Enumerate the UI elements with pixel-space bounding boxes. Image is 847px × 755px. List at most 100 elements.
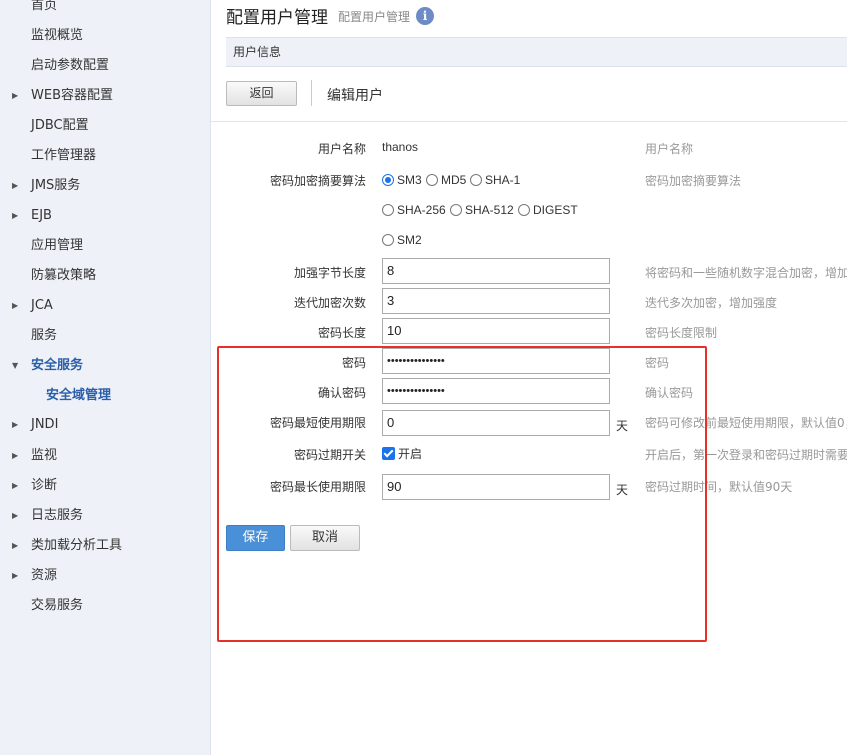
main-content: 配置用户管理 配置用户管理 i 用户信息 返回 编辑用户 用户名称 thanos…	[211, 0, 847, 755]
sidebar-item-home[interactable]: 首页	[0, 0, 211, 18]
divider	[211, 121, 847, 122]
panel-header: 用户信息	[226, 37, 847, 67]
min-age-input[interactable]: 0	[382, 410, 610, 436]
sidebar-item-resources[interactable]: ▶ 资源	[0, 564, 211, 588]
sidebar: 首页 监视概览 启动参数配置 ▶ WEB容器配置 JDBC配置 工作管理器 ▶ …	[0, 0, 211, 755]
sidebar-item-label: 启动参数配置	[31, 58, 110, 73]
radio-unchecked-icon	[450, 204, 462, 216]
page-title: 配置用户管理	[226, 8, 328, 28]
confirm-password-hint: 确认密码	[645, 386, 694, 400]
salt-length-hint: 将密码和一些随机数字混合加密，增加	[645, 266, 847, 280]
expand-arrow-icon: ▶	[12, 571, 19, 580]
radio-label: MD5	[441, 173, 467, 187]
confirm-password-label: 确认密码	[317, 386, 366, 400]
info-icon[interactable]: i	[416, 7, 434, 25]
expand-arrow-icon: ▶	[12, 420, 19, 429]
iterations-input[interactable]: 3	[382, 288, 610, 314]
expand-arrow-icon: ▼	[12, 361, 19, 370]
back-button[interactable]: 返回	[226, 81, 297, 106]
iterations-label: 迭代加密次数	[293, 296, 366, 310]
radio-unchecked-icon	[518, 204, 530, 216]
sidebar-item-transaction-service[interactable]: 交易服务	[0, 594, 211, 618]
sidebar-item-app-management[interactable]: 应用管理	[0, 234, 211, 258]
edit-user-title: 编辑用户	[327, 88, 383, 104]
sidebar-item-log-service[interactable]: ▶ 日志服务	[0, 504, 211, 528]
cancel-button[interactable]: 取消	[290, 525, 360, 551]
radio-label: SM3	[397, 173, 422, 187]
sidebar-item-tamper-policy[interactable]: 防篡改策略	[0, 264, 211, 288]
checkbox-checked-icon	[382, 447, 395, 460]
radio-label: DIGEST	[533, 203, 578, 217]
radio-digest[interactable]: DIGEST	[518, 202, 578, 218]
sidebar-item-monitor-overview[interactable]: 监视概览	[0, 24, 211, 48]
sidebar-item-jms[interactable]: ▶ JMS服务	[0, 174, 211, 198]
radio-unchecked-icon	[382, 234, 394, 246]
expand-arrow-icon: ▶	[12, 541, 19, 550]
min-age-label: 密码最短使用期限	[269, 416, 366, 430]
expand-arrow-icon: ▶	[12, 451, 19, 460]
sidebar-item-label: JCA	[31, 298, 53, 313]
sidebar-item-jca[interactable]: ▶ JCA	[0, 294, 211, 318]
radio-label: SHA-1	[485, 173, 521, 187]
max-age-hint: 密码过期时间，默认值90天	[645, 480, 793, 494]
sidebar-item-label: 工作管理器	[31, 148, 97, 163]
min-age-hint: 密码可修改前最短使用期限，默认值0，	[645, 416, 847, 430]
sidebar-item-web-container[interactable]: ▶ WEB容器配置	[0, 84, 211, 108]
radio-unchecked-icon	[426, 174, 438, 186]
sidebar-item-startup-params[interactable]: 启动参数配置	[0, 54, 211, 78]
sidebar-item-label: 服务	[31, 328, 58, 343]
password-hint: 密码	[645, 356, 670, 370]
sidebar-item-services[interactable]: 服务	[0, 324, 211, 348]
expiry-switch-checkbox[interactable]: 开启	[382, 446, 422, 462]
sidebar-item-label: 诊断	[31, 478, 58, 493]
sidebar-item-label: EJB	[31, 208, 52, 223]
sidebar-item-diagnostics[interactable]: ▶ 诊断	[0, 474, 211, 498]
sidebar-item-jdbc[interactable]: JDBC配置	[0, 114, 211, 138]
radio-md5[interactable]: MD5	[426, 172, 466, 188]
sidebar-item-monitor[interactable]: ▶ 监视	[0, 444, 211, 468]
sidebar-item-label: 交易服务	[31, 598, 84, 613]
password-length-input[interactable]: 10	[382, 318, 610, 344]
sidebar-item-classloader-tool[interactable]: ▶ 类加载分析工具	[0, 534, 211, 558]
radio-unchecked-icon	[382, 204, 394, 216]
username-label: 用户名称	[317, 142, 366, 156]
expand-arrow-icon: ▶	[12, 511, 19, 520]
username-value: thanos	[382, 140, 419, 154]
min-age-unit: 天	[616, 419, 629, 433]
sidebar-item-ejb[interactable]: ▶ EJB	[0, 204, 211, 228]
radio-label: SM2	[397, 233, 422, 247]
digest-hint: 密码加密摘要算法	[645, 174, 742, 188]
expiry-switch-label: 密码过期开关	[293, 448, 366, 462]
max-age-unit: 天	[616, 483, 629, 497]
sidebar-item-label: JNDI	[31, 417, 59, 432]
radio-sha512[interactable]: SHA-512	[450, 202, 514, 218]
sidebar-item-label: 防篡改策略	[31, 268, 97, 283]
password-input[interactable]: •••••••••••••••	[382, 348, 610, 374]
confirm-password-input[interactable]: •••••••••••••••	[382, 378, 610, 404]
sidebar-item-label: 应用管理	[31, 238, 84, 253]
max-age-input[interactable]: 90	[382, 474, 610, 500]
radio-sha1[interactable]: SHA-1	[470, 172, 520, 188]
sidebar-item-security-domain[interactable]: 安全域管理	[0, 384, 211, 408]
max-age-label: 密码最长使用期限	[269, 480, 366, 494]
checkbox-label: 开启	[398, 447, 423, 461]
password-length-hint: 密码长度限制	[645, 326, 718, 340]
radio-sm2[interactable]: SM2	[382, 232, 422, 248]
sidebar-item-label: 资源	[31, 568, 58, 583]
password-length-label: 密码长度	[317, 326, 366, 340]
sidebar-item-jndi[interactable]: ▶ JNDI	[0, 413, 211, 437]
sidebar-item-label: 安全域管理	[46, 388, 112, 403]
radio-sha256[interactable]: SHA-256	[382, 202, 446, 218]
save-button[interactable]: 保存	[226, 525, 285, 551]
sidebar-item-work-manager[interactable]: 工作管理器	[0, 144, 211, 168]
sidebar-item-label: 首页	[31, 0, 58, 13]
radio-sm3[interactable]: SM3	[382, 172, 422, 188]
expand-arrow-icon: ▶	[12, 481, 19, 490]
toolbar-separator	[311, 80, 312, 106]
username-hint: 用户名称	[645, 142, 694, 156]
salt-length-label: 加强字节长度	[293, 266, 366, 280]
salt-length-input[interactable]: 8	[382, 258, 610, 284]
expand-arrow-icon: ▶	[12, 211, 19, 220]
sidebar-item-label: 日志服务	[31, 508, 84, 523]
sidebar-item-security-service[interactable]: ▼ 安全服务	[0, 354, 211, 378]
